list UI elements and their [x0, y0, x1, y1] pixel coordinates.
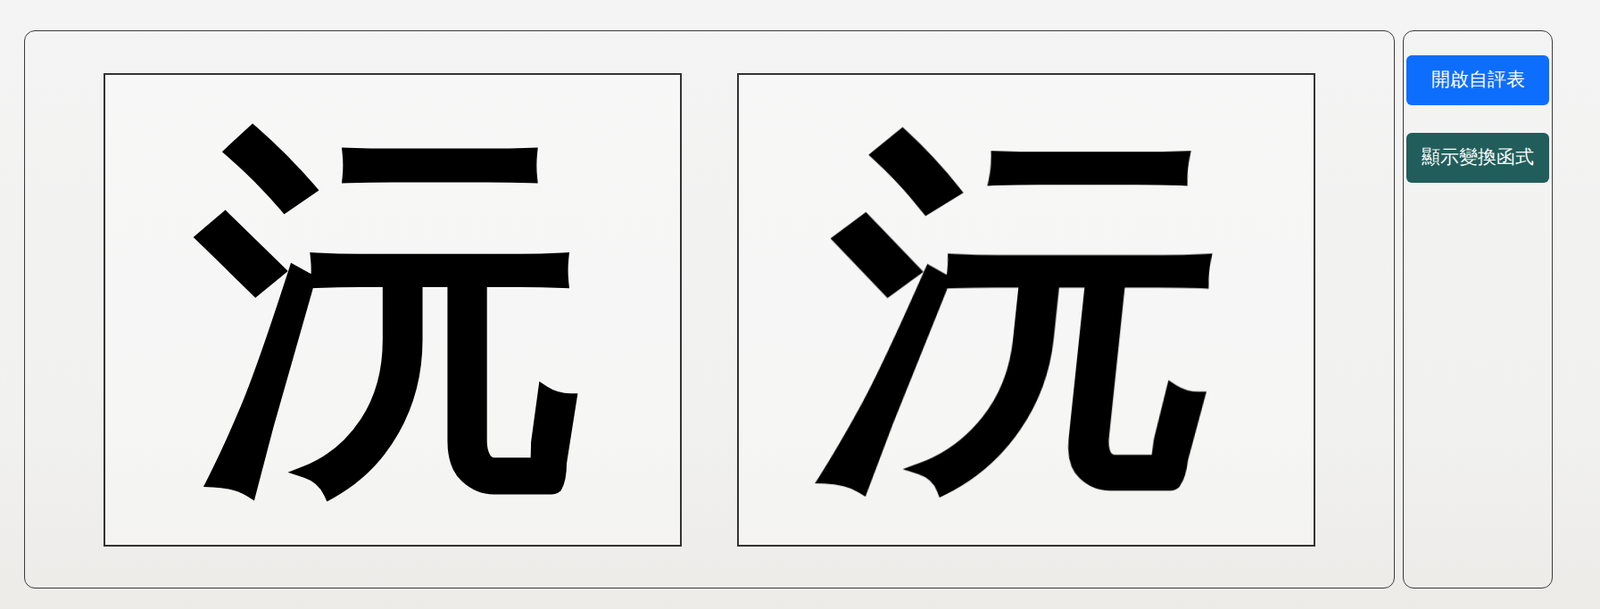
original-character-box: 沅 [103, 73, 682, 548]
sidebar-button[interactable]: 顯示變換函式 [1406, 132, 1550, 183]
transformed-character-box: 沅 [737, 73, 1316, 548]
sidebar-button[interactable]: 開啟自評表 [1406, 55, 1550, 106]
page: 沅沅開啟自評表顯示變換函式 [0, 0, 1600, 609]
workspace-panel: 沅沅 [24, 30, 1395, 589]
transformed-character: 沅 [805, 117, 1247, 503]
original-character: 沅 [196, 114, 589, 507]
sidebar: 開啟自評表顯示變換函式 [1402, 30, 1553, 589]
